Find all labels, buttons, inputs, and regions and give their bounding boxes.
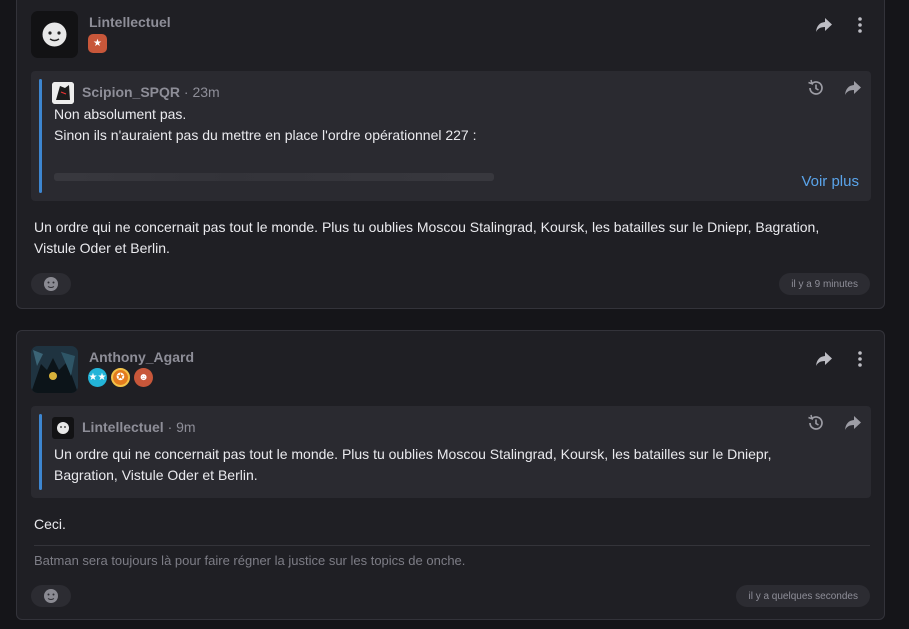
post-card: Lintellectuel ★ Scipion_SPQR · 23m Non a… [16,0,885,309]
voir-plus-link[interactable]: Voir plus [801,173,859,190]
history-icon[interactable] [806,78,826,98]
quote-line: Bagration, Vistule Oder et Berlin. [54,467,258,483]
stars-badge-icon[interactable]: ★★ [88,368,107,387]
separator: · [183,84,189,100]
quote-block: Lintellectuel · 9m Un ordre qui ne conce… [31,406,871,498]
author-name[interactable]: Lintellectuel [89,14,171,30]
reaction-button[interactable] [31,273,71,295]
signature: Batman sera toujours là pour faire régne… [34,553,466,568]
badge-list: ★ [88,34,107,53]
post-body: Un ordre qui ne concernait pas tout le m… [34,219,820,256]
avatar[interactable] [31,11,78,58]
quote-line: Un ordre qui ne concernait pas tout le m… [54,446,772,462]
share-icon[interactable] [843,78,863,98]
quote-text: Non absolument pas. Sinon ils n'auraient… [54,104,477,146]
quote-accent-bar [39,79,42,193]
avatar[interactable] [52,82,74,104]
quote-author-name[interactable]: Scipion_SPQR [82,84,180,100]
share-icon[interactable] [843,413,863,433]
share-icon[interactable] [814,349,834,369]
more-vertical-icon[interactable] [850,349,870,369]
quote-text: Un ordre qui ne concernait pas tout le m… [54,444,772,486]
author-name[interactable]: Anthony_Agard [89,349,194,365]
reaction-icon [44,589,58,603]
avatar[interactable] [31,346,78,393]
post-card: Anthony_Agard ★★ ✪ ☻ Lintellectuel · 9m … [16,330,885,620]
quote-author[interactable]: Lintellectuel · 9m [82,419,196,435]
quote-author-name[interactable]: Lintellectuel [82,419,164,435]
post-body: Ceci. [34,516,66,532]
quote-time: 9m [176,419,196,435]
share-icon[interactable] [814,15,834,35]
more-vertical-icon[interactable] [850,15,870,35]
collapsed-content [54,173,494,181]
post-timestamp[interactable]: il y a quelques secondes [736,585,870,607]
avatar[interactable] [52,417,74,439]
quote-accent-bar [39,414,42,490]
star-badge-icon[interactable]: ★ [88,34,107,53]
signature-divider [34,545,870,546]
quote-line: Non absolument pas. [54,106,187,122]
reaction-icon [44,277,58,291]
history-icon[interactable] [806,413,826,433]
medal-badge-icon[interactable]: ✪ [111,368,130,387]
separator: · [167,419,173,435]
reaction-button[interactable] [31,585,71,607]
quote-time: 23m [192,84,220,100]
quote-block: Scipion_SPQR · 23m Non absolument pas. S… [31,71,871,201]
quote-line: Sinon ils n'auraient pas du mettre en pl… [54,127,477,143]
character-badge-icon[interactable]: ☻ [134,368,153,387]
badge-list: ★★ ✪ ☻ [88,368,153,387]
quote-author[interactable]: Scipion_SPQR · 23m [82,84,220,100]
post-timestamp[interactable]: il y a 9 minutes [779,273,870,295]
